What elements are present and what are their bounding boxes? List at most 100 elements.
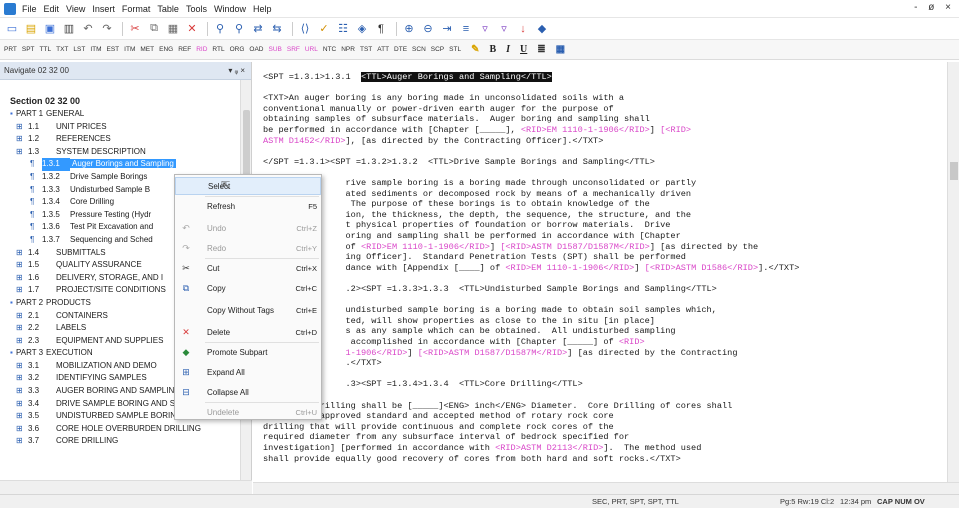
- section-title[interactable]: Section 02 32 00: [0, 94, 240, 108]
- tree-item[interactable]: ⊞ 3.7 CORE DRILLING: [0, 435, 240, 448]
- tag-button-ref[interactable]: REF: [178, 46, 191, 53]
- replace-all-icon[interactable]: ⇆: [269, 21, 285, 37]
- tag-button-dte[interactable]: DTE: [394, 46, 407, 53]
- editor-line[interactable]: s as any sample which can be obtained. A…: [263, 326, 676, 337]
- bold-button[interactable]: B: [489, 44, 496, 55]
- menu-format[interactable]: Format: [122, 4, 151, 14]
- tag-button-lst[interactable]: LST: [73, 46, 85, 53]
- node-icon[interactable]: ⊞: [16, 435, 28, 448]
- node-icon[interactable]: ⊞: [16, 259, 28, 272]
- node-icon[interactable]: ¶: [30, 171, 42, 184]
- list-icon[interactable]: ≡: [458, 21, 474, 37]
- editor-line[interactable]: undisturbed sample boring is a boring ma…: [263, 305, 717, 316]
- node-icon[interactable]: ⊞: [16, 322, 28, 335]
- editor-line[interactable]: 1-1906</RID>] [<RID>ASTM D1587/D1587M</R…: [263, 348, 738, 359]
- node-icon[interactable]: ⊞: [16, 410, 28, 423]
- tree-item[interactable]: ⊞ 1.2 REFERENCES: [0, 133, 240, 146]
- node-icon[interactable]: ⊞: [16, 360, 28, 373]
- tag-button-srf[interactable]: SRF: [287, 46, 300, 53]
- node-icon[interactable]: ⊞: [16, 133, 28, 146]
- editor-line[interactable]: conventional manually or power-driven ea…: [263, 104, 614, 115]
- tag-button-url[interactable]: URL: [305, 46, 318, 53]
- paragraph-icon[interactable]: ¶: [373, 21, 389, 37]
- cut-icon[interactable]: ✂: [127, 21, 143, 37]
- editor-line[interactable]: be performed in accordance with [Chapter…: [263, 125, 691, 136]
- replace-icon[interactable]: ⇄: [250, 21, 266, 37]
- editor-hscrollbar[interactable]: [253, 482, 959, 494]
- context-menu-item-promote-subpart[interactable]: ◆ Promote Subpart: [175, 343, 321, 361]
- show-hide-icon[interactable]: ◈: [354, 21, 370, 37]
- indent-icon[interactable]: ⇥: [439, 21, 455, 37]
- editor-line[interactable]: ASTM D1452</RID>], [as directed by the C…: [263, 136, 603, 147]
- context-menu-item-collapse-all[interactable]: ⊟ Collapse All: [175, 383, 321, 401]
- editor-line[interactable]: ion, the thickness, the depth, the seque…: [263, 210, 692, 221]
- navigator-hscrollbar[interactable]: [0, 480, 252, 494]
- tag-button-rid[interactable]: RID: [196, 46, 207, 53]
- bookmark-icon[interactable]: ◆: [534, 21, 550, 37]
- show-tags-icon[interactable]: ⟨⟩: [297, 21, 313, 37]
- context-menu-item-delete[interactable]: ✕ Delete Ctrl+D: [175, 323, 321, 341]
- tree-item[interactable]: ¶ 1.3.1 Auger Borings and Sampling: [0, 158, 240, 171]
- tag-button-met[interactable]: MET: [140, 46, 154, 53]
- tag-button-est[interactable]: EST: [107, 46, 120, 53]
- editor-pane[interactable]: <SPT =1.3.1>1.3.1 <TTL>Auger Borings and…: [253, 62, 959, 482]
- tag-button-prt[interactable]: PRT: [4, 46, 17, 53]
- delete-icon[interactable]: ✕: [184, 21, 200, 37]
- context-menu-item-select[interactable]: Select: [175, 177, 321, 195]
- editor-line[interactable]: drilling that will provide continuous an…: [263, 422, 614, 433]
- window-controls[interactable]: - ø ×: [914, 2, 955, 13]
- menu-window[interactable]: Window: [214, 4, 246, 14]
- node-icon[interactable]: ⊞: [16, 146, 28, 159]
- table-icon[interactable]: ▦: [556, 44, 565, 55]
- spellcheck-icon[interactable]: ✓: [316, 21, 332, 37]
- tree-item[interactable]: ⊞ 1.1 UNIT PRICES: [0, 121, 240, 134]
- node-icon[interactable]: ⊞: [16, 272, 28, 285]
- zoom-out-icon[interactable]: ⊖: [420, 21, 436, 37]
- italic-button[interactable]: I: [506, 44, 510, 55]
- arrow-icon[interactable]: ↓: [515, 21, 531, 37]
- editor-line[interactable]: of <RID>EM 1110-1-1906</RID>] [<RID>ASTM…: [263, 242, 759, 253]
- menu-file[interactable]: File: [22, 4, 37, 14]
- tag-button-ntc[interactable]: NTC: [323, 46, 336, 53]
- find-next-icon[interactable]: ⚲: [231, 21, 247, 37]
- scroll-thumb[interactable]: [950, 162, 958, 180]
- tag-button-att[interactable]: ATT: [377, 46, 389, 53]
- tag-button-org[interactable]: ORG: [230, 46, 245, 53]
- node-icon[interactable]: ¶: [30, 196, 42, 209]
- node-icon[interactable]: ⊞: [16, 372, 28, 385]
- node-icon[interactable]: ⊞: [16, 423, 28, 436]
- context-menu-item-cut[interactable]: ✂ Cut Ctrl+X: [175, 259, 321, 277]
- new-document-icon[interactable]: ▭: [4, 21, 20, 37]
- menu-edit[interactable]: Edit: [44, 4, 60, 14]
- editor-line[interactable]: investigation] [performed in accordance …: [263, 443, 701, 454]
- node-icon[interactable]: ¶: [30, 158, 42, 171]
- node-icon[interactable]: ⊞: [16, 310, 28, 323]
- copy-icon[interactable]: ⧉: [146, 21, 162, 37]
- menu-tools[interactable]: Tools: [186, 4, 207, 14]
- context-menu-item-expand-all[interactable]: ⊞ Expand All: [175, 363, 321, 381]
- menu-insert[interactable]: Insert: [92, 4, 115, 14]
- node-icon[interactable]: ⊞: [16, 385, 28, 398]
- zoom-in-icon[interactable]: ⊕: [401, 21, 417, 37]
- editor-line[interactable]: oring and sampling shall be performed in…: [263, 231, 681, 242]
- tag-button-sub[interactable]: SUB: [268, 46, 281, 53]
- tag-button-scp[interactable]: SCP: [431, 46, 444, 53]
- tag-button-scn[interactable]: SCN: [412, 46, 426, 53]
- tag-button-stl[interactable]: STL: [449, 46, 461, 53]
- node-icon[interactable]: ⊞: [16, 121, 28, 134]
- editor-line[interactable]: obtaining samples of subsurface material…: [263, 114, 650, 125]
- menu-view[interactable]: View: [66, 4, 85, 14]
- edit-tag-icon[interactable]: ✎: [471, 44, 479, 55]
- redo-icon[interactable]: ↷: [99, 21, 115, 37]
- thesaurus-icon[interactable]: ☷: [335, 21, 351, 37]
- node-icon[interactable]: ⊞: [16, 335, 28, 348]
- context-menu-item-undo[interactable]: ↶ Undo Ctrl+Z: [175, 219, 321, 237]
- menu-table[interactable]: Table: [157, 4, 179, 14]
- underline-button[interactable]: U: [520, 44, 527, 55]
- context-menu-item-copy[interactable]: ⧉ Copy Ctrl+C: [175, 279, 321, 297]
- save-icon[interactable]: ▣: [42, 21, 58, 37]
- context-menu-item-refresh[interactable]: Refresh F5: [175, 197, 321, 215]
- editor-line[interactable]: </SPT =1.3.1><SPT =1.3.2>1.3.2 <TTL>Driv…: [263, 157, 655, 168]
- tag-button-oad[interactable]: OAD: [249, 46, 263, 53]
- tag-button-ttl[interactable]: TTL: [40, 46, 52, 53]
